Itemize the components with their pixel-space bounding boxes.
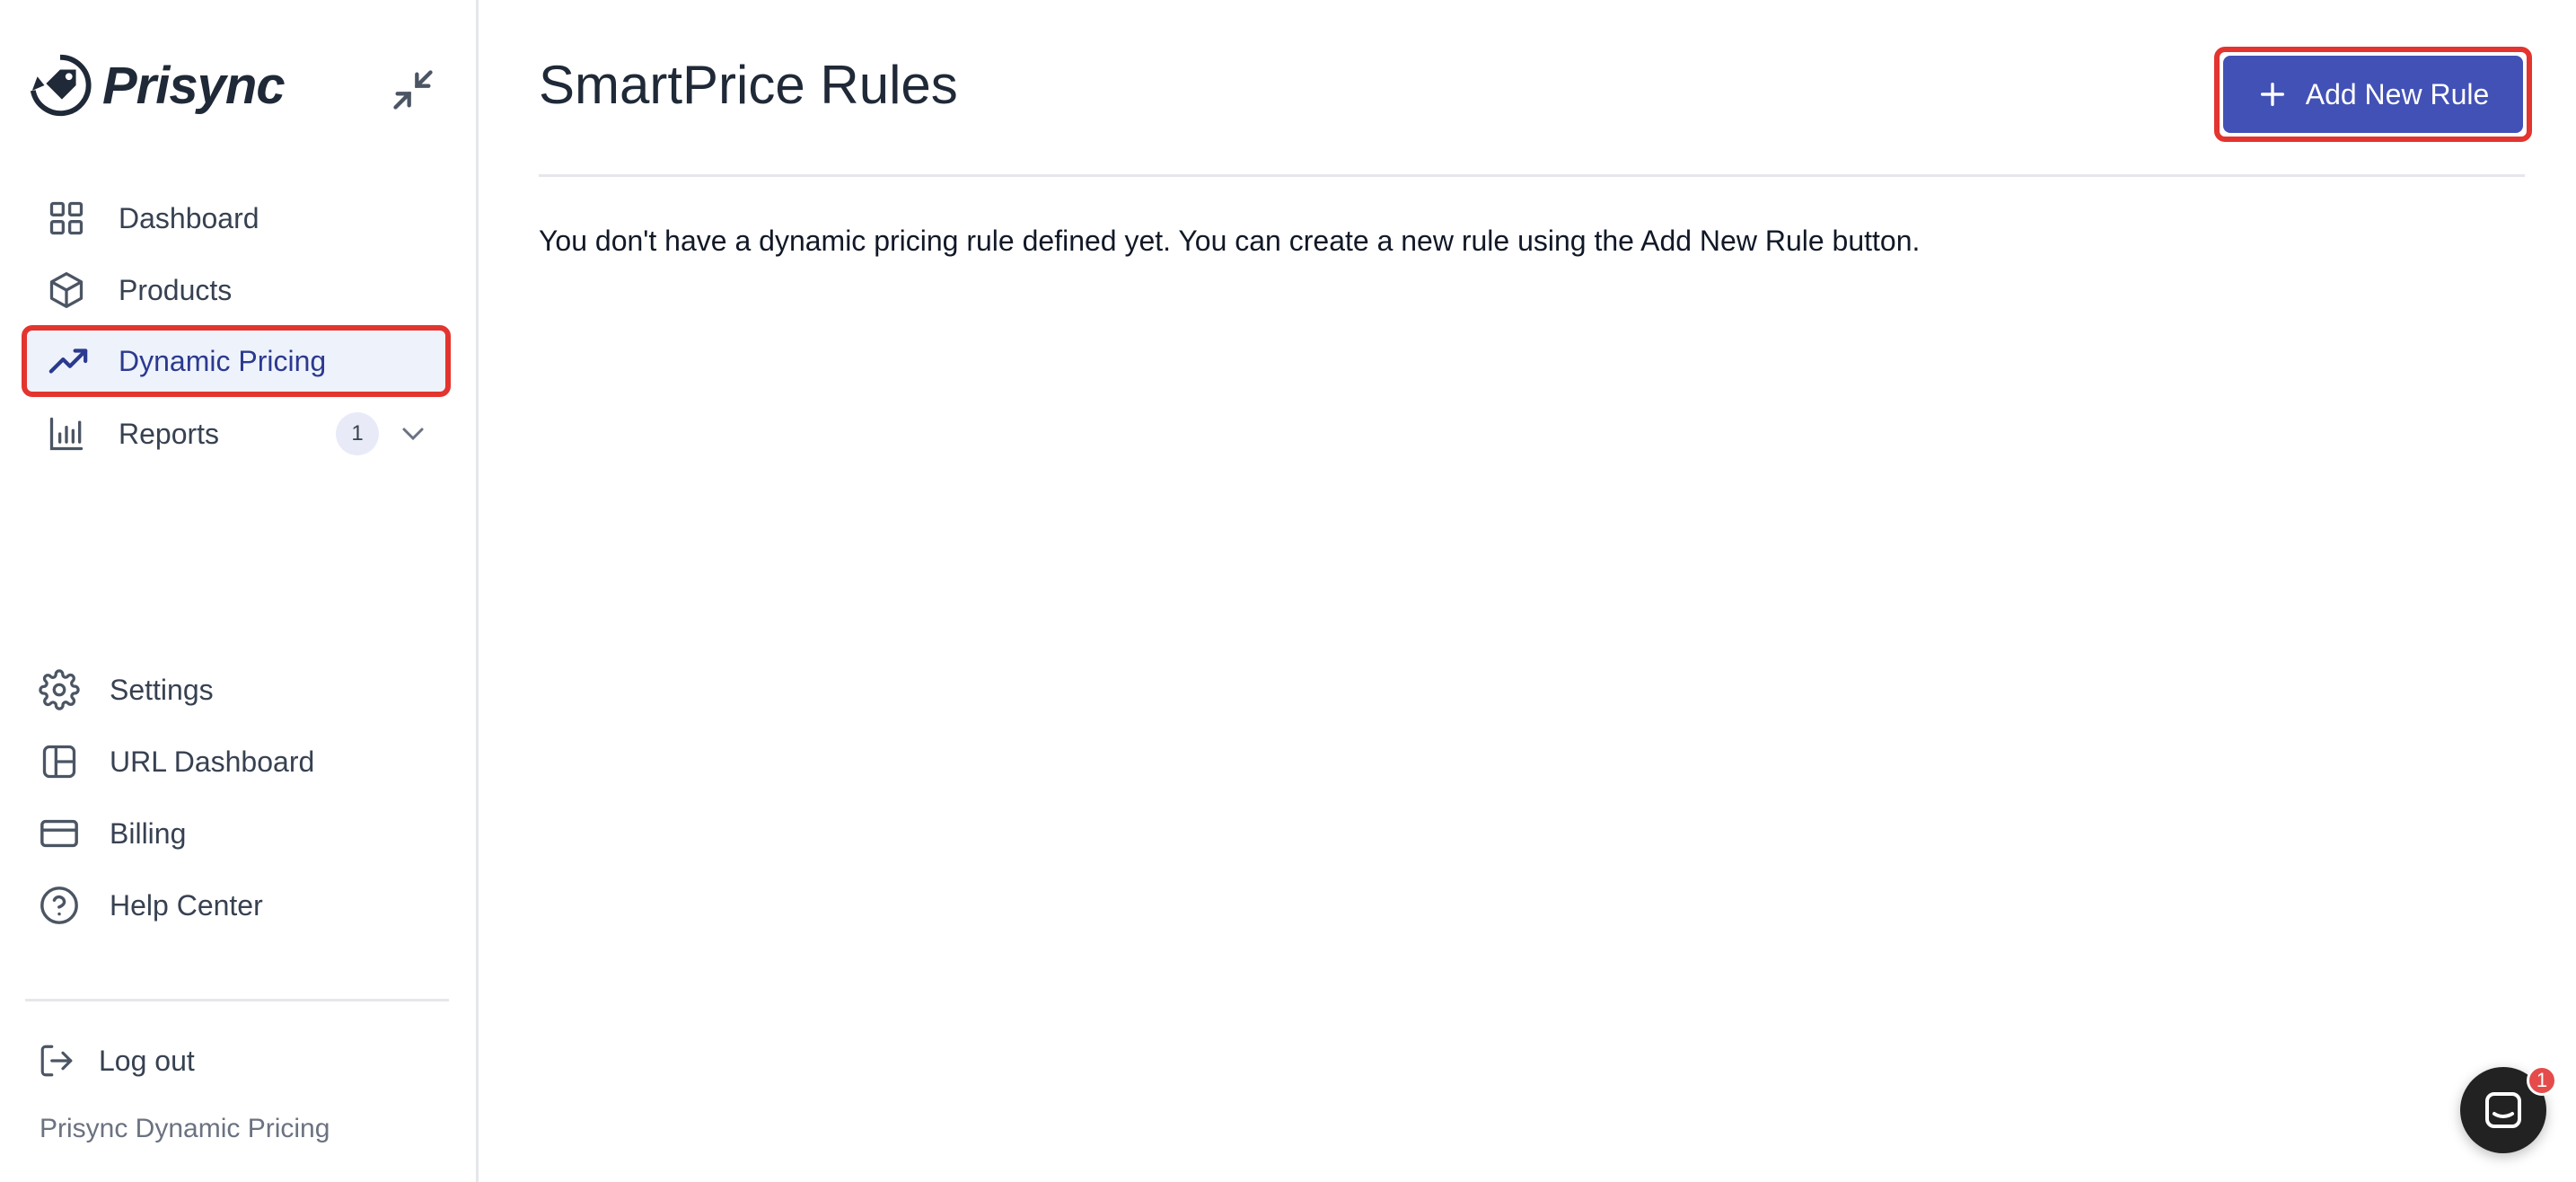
logout-label: Log out <box>99 1044 195 1077</box>
reports-count-badge: 1 <box>336 412 379 455</box>
sidebar-item-billing[interactable]: Billing <box>38 799 433 868</box>
log-out-icon <box>40 1045 73 1077</box>
brand-name: Prisync <box>102 56 286 115</box>
help-circle-icon <box>38 884 81 927</box>
chat-notification-badge: 1 <box>2527 1065 2557 1096</box>
sidebar-item-dashboard[interactable]: Dashboard <box>45 184 440 252</box>
sidebar-item-reports[interactable]: Reports 1 <box>45 400 440 468</box>
chat-icon <box>2485 1092 2521 1128</box>
sidebar-item-label: Dynamic Pricing <box>119 344 327 377</box>
prisync-logo-icon <box>30 54 92 117</box>
grid-icon <box>45 197 88 240</box>
sidebar-item-label: URL Dashboard <box>110 745 315 778</box>
header-divider <box>539 174 2525 177</box>
sidebar-divider <box>25 999 449 1001</box>
logo[interactable]: Prisync <box>25 50 286 120</box>
bar-chart-icon <box>45 412 88 455</box>
page-title: SmartPrice Rules <box>539 55 958 115</box>
plus-icon <box>2260 82 2284 107</box>
trending-up-icon <box>47 340 90 383</box>
sidebar-item-label: Reports <box>119 417 220 450</box>
sidebar-item-label: Billing <box>110 816 187 850</box>
empty-state-message: You don't have a dynamic pricing rule de… <box>539 225 1921 257</box>
sidebar-item-label: Dashboard <box>119 201 259 234</box>
sidebar-item-settings[interactable]: Settings <box>38 656 433 724</box>
gear-icon <box>38 668 81 711</box>
sidebar-item-dynamic-pricing[interactable]: Dynamic Pricing <box>22 325 451 397</box>
add-new-rule-highlight: Add New Rule <box>2214 47 2532 142</box>
sidebar-item-label: Settings <box>110 673 214 706</box>
add-new-rule-button[interactable]: Add New Rule <box>2223 56 2523 133</box>
logout-button[interactable]: Log out <box>38 1042 195 1080</box>
layout-icon <box>38 740 81 783</box>
cube-icon <box>45 269 88 312</box>
sidebar-item-products[interactable]: Products <box>45 256 440 324</box>
sidebar-item-url-dashboard[interactable]: URL Dashboard <box>38 728 433 796</box>
collapse-sidebar-icon[interactable] <box>390 66 436 113</box>
credit-card-icon <box>38 812 81 855</box>
sidebar-item-label: Help Center <box>110 888 263 922</box>
sidebar-footer-text: Prisync Dynamic Pricing <box>40 1114 330 1143</box>
add-new-rule-label: Add New Rule <box>2305 77 2490 110</box>
sidebar-item-help-center[interactable]: Help Center <box>38 871 433 939</box>
sidebar: Prisync Dashboard Products Dynamic Prici… <box>0 0 479 1182</box>
chevron-down-icon[interactable] <box>395 416 431 452</box>
sidebar-item-label: Products <box>119 273 233 306</box>
